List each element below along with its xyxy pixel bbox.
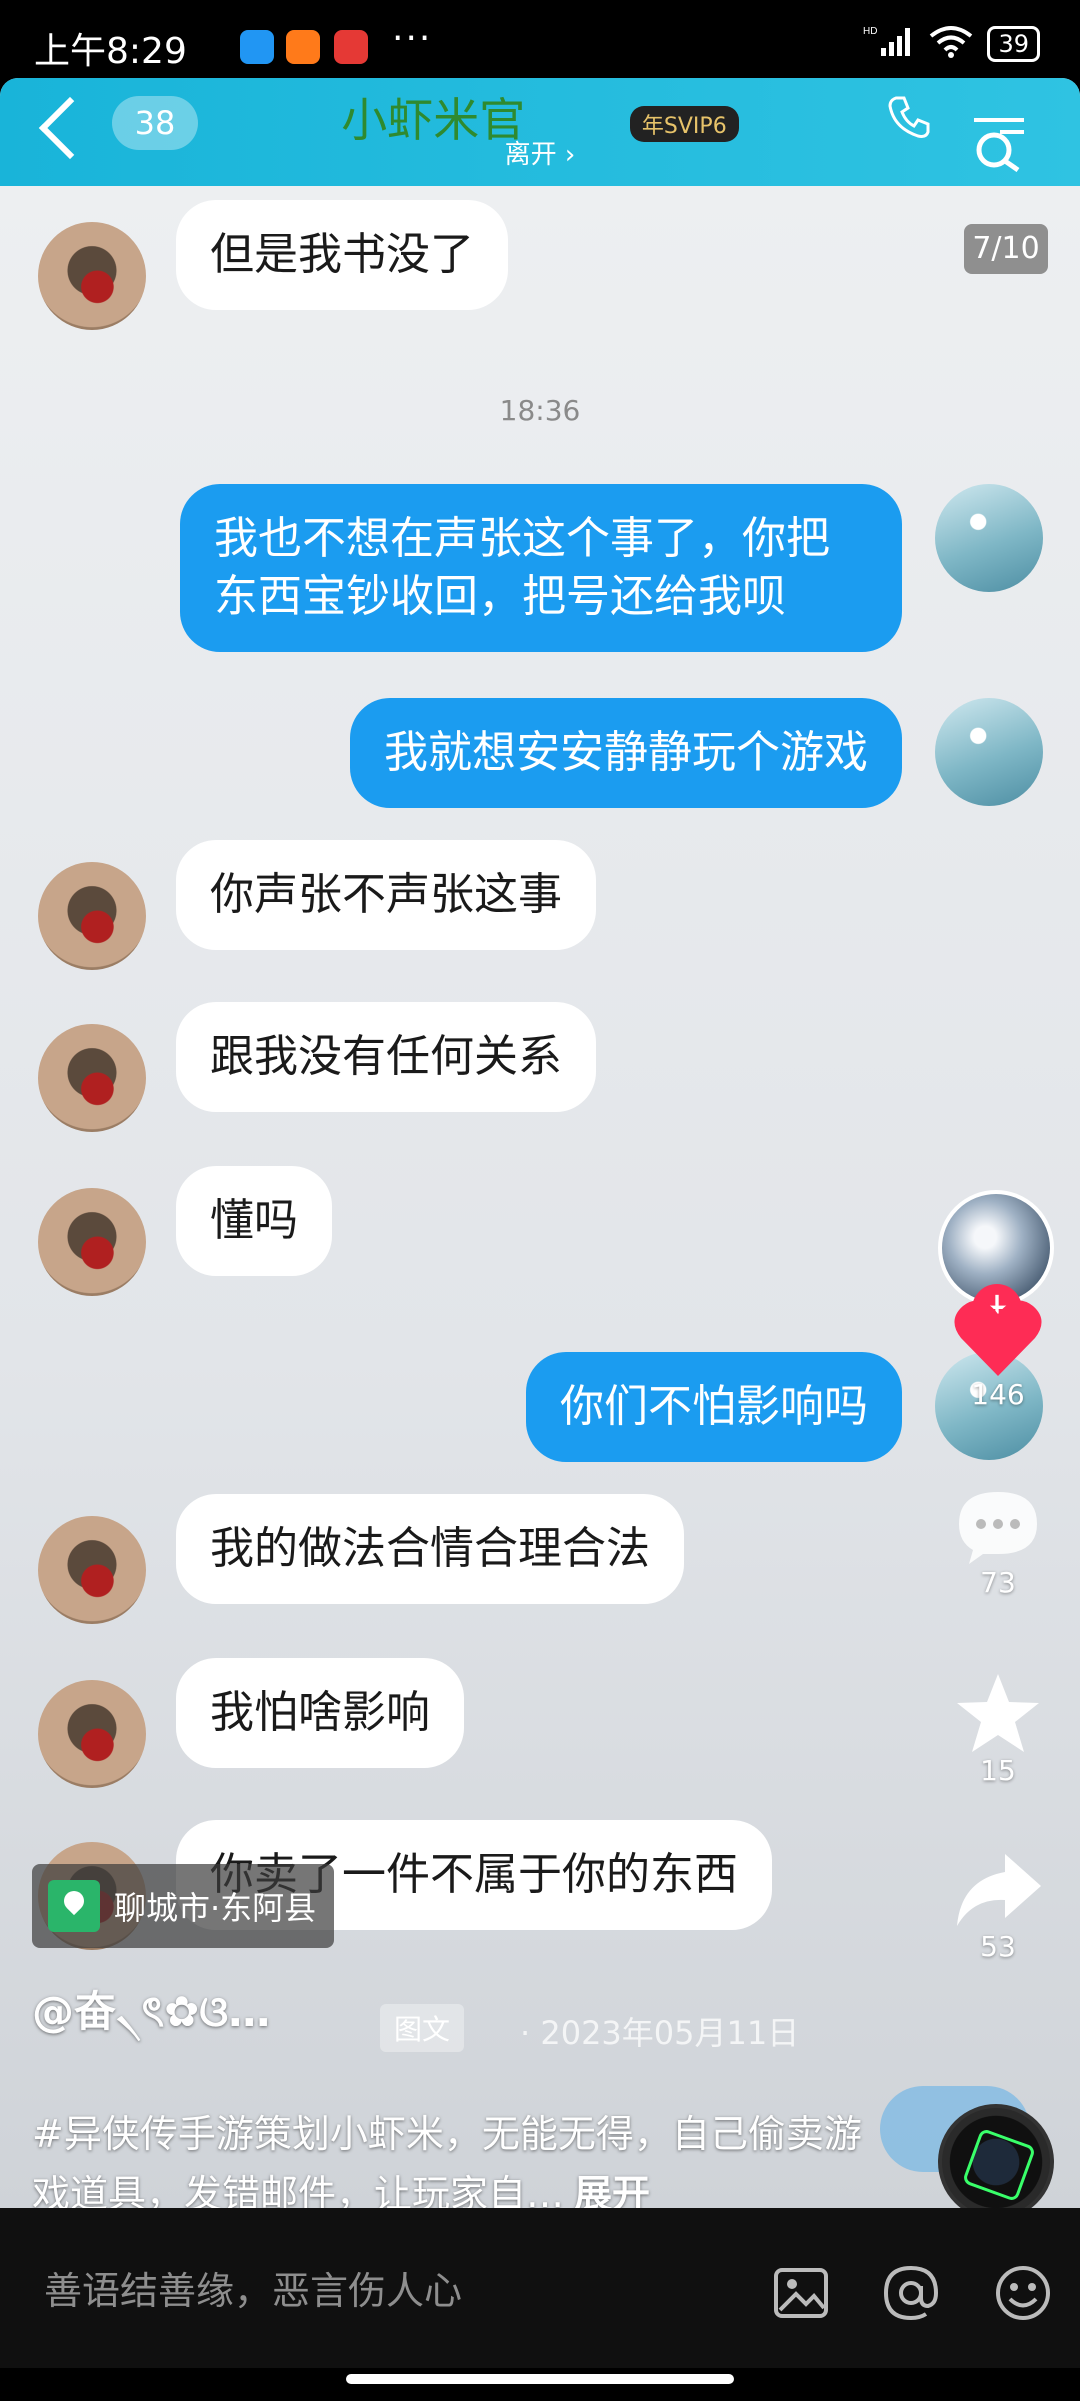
comment-count: 73: [980, 1566, 1016, 1599]
avatar: [38, 1188, 146, 1296]
notification-app-icon: [334, 30, 368, 64]
signal-icon: HD: [863, 24, 915, 64]
battery-icon: 39: [987, 26, 1040, 62]
avatar: [38, 1680, 146, 1788]
post-date: · 2023年05月11日: [520, 2014, 800, 2052]
status-bar: 上午8:29 ··· HD 39: [0, 0, 1080, 80]
message-bubble-received: 你声张不声张这事: [176, 840, 596, 950]
location-label: 聊城市·东阿县: [114, 1889, 317, 1927]
image-icon[interactable]: [772, 2264, 830, 2322]
share-button[interactable]: 53: [928, 1850, 1068, 1963]
caption-text: #异侠传手游策划小虾米，无能无得，自己偷卖游戏道具，发错邮件，让玩家自…: [32, 2112, 862, 2208]
favorite-button[interactable]: 15: [928, 1672, 1068, 1787]
comment-input[interactable]: 善语结善缘，恶言伤人心: [44, 2260, 462, 2315]
post-caption[interactable]: #异侠传手游策划小虾米，无能无得，自己偷卖游戏道具，发错邮件，让玩家自… 展开: [32, 2104, 872, 2208]
post-type-badge: 图文: [380, 2004, 465, 2052]
message-bubble-received: 但是我书没了: [176, 200, 508, 310]
author-name[interactable]: @奋৲ৎ✿ଓ…: [32, 1978, 270, 2050]
message-bubble-received: 我的做法合情合理合法: [176, 1494, 684, 1604]
home-indicator[interactable]: [346, 2374, 734, 2384]
message-bubble-sent: 你们不怕影响吗: [526, 1352, 902, 1462]
comment-bar: 善语结善缘，恶言伤人心: [0, 2208, 1080, 2368]
comment-button[interactable]: 73: [928, 1488, 1068, 1599]
more-notifications-icon: ···: [392, 18, 433, 59]
message-timestamp: 18:36: [499, 394, 581, 427]
avatar: [38, 1024, 146, 1132]
heart-icon: [954, 1300, 1042, 1376]
notification-app-icon: [240, 30, 274, 64]
avatar: [38, 222, 146, 330]
share-icon: [957, 1854, 1041, 1926]
search-icon: [974, 118, 1024, 172]
page-counter: 7/10: [964, 224, 1048, 274]
message-line: 我也不想在声张这个事了，你把: [214, 513, 830, 564]
avatar: [38, 1516, 146, 1624]
favorite-count: 15: [980, 1754, 1016, 1787]
message-bubble-received: 懂吗: [176, 1166, 332, 1276]
comment-icon: [959, 1492, 1037, 1564]
wifi-icon: [929, 24, 973, 64]
avatar: [38, 862, 146, 970]
location-pin-icon: [48, 1880, 100, 1932]
emoji-icon[interactable]: [994, 2264, 1052, 2322]
like-count: 146: [971, 1378, 1025, 1411]
status-indicators: HD 39: [863, 24, 1040, 64]
expand-link[interactable]: 展开: [574, 2172, 650, 2208]
star-icon: [957, 1674, 1039, 1752]
post-image-frame[interactable]: 38 小虾米官 年SVIP6 离开 › 7/10 但是我书没了 18:36 我也…: [0, 78, 1080, 2208]
svg-text:HD: HD: [863, 26, 877, 37]
share-count: 53: [980, 1930, 1016, 1963]
like-button[interactable]: 146: [928, 1296, 1068, 1411]
avatar: [935, 484, 1043, 592]
message-line: 东西宝钞收回，把号还给我呗: [214, 571, 786, 622]
music-disc-icon[interactable]: [938, 2104, 1054, 2208]
message-bubble-received: 我怕啥影响: [176, 1658, 464, 1768]
avatar: [935, 698, 1043, 806]
message-bubble-sent: 我就想安安静静玩个游戏: [350, 698, 902, 808]
location-tag[interactable]: 聊城市·东阿县: [32, 1864, 335, 1948]
status-time: 上午8:29: [34, 31, 187, 72]
chat-header: 38 小虾米官 年SVIP6 离开 ›: [0, 78, 1080, 186]
phone-icon: [888, 96, 930, 138]
notification-app-icon: [286, 30, 320, 64]
message-bubble-received: 跟我没有任何关系: [176, 1002, 596, 1112]
message-bubble-sent: 我也不想在声张这个事了，你把 东西宝钞收回，把号还给我呗: [180, 484, 902, 652]
mention-icon[interactable]: [882, 2264, 940, 2322]
